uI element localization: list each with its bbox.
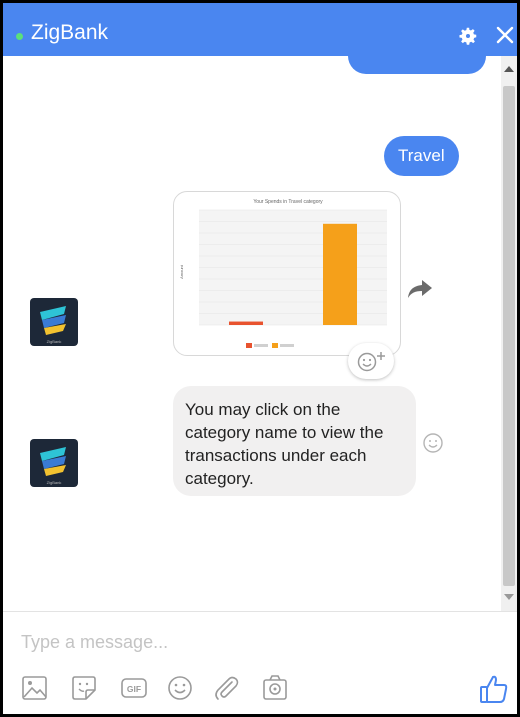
camera-icon[interactable] [260,673,290,703]
bot-message-bubble: You may click on the category name to vi… [173,386,416,496]
chart-legend-label [280,344,294,347]
sticker-icon[interactable] [69,673,99,703]
message-list[interactable]: Travel Your Spends in Travel category Am… [3,56,501,611]
add-reaction-button[interactable] [348,343,394,379]
chat-title: ZigBank [31,21,109,44]
attachment-icon[interactable] [211,673,241,703]
scrollbar-thumb[interactable] [503,86,515,586]
avatar: ZigBank [30,298,78,346]
smile-plus-icon [357,352,385,372]
like-button-icon[interactable] [478,673,510,705]
smile-icon[interactable] [421,431,445,455]
svg-text:GIF: GIF [127,684,141,694]
emoji-icon[interactable] [165,673,195,703]
message-input[interactable] [21,629,491,655]
gif-icon[interactable]: GIF [119,673,149,703]
scroll-down-arrow-icon[interactable] [504,594,514,600]
chart-bar[interactable] [229,321,263,325]
chat-header: ZigBank [3,3,517,56]
svg-text:ZigBank: ZigBank [47,339,62,344]
chart-legend-swatch [246,343,252,348]
chart-title: Your Spends in Travel category [253,199,323,205]
chart-legend-label [254,344,268,347]
chart-legend-swatch [272,343,278,348]
chat-window: ZigBank Travel Your Spends in Travel cat… [0,0,520,717]
user-message-bubble: Travel [384,136,459,176]
chart-bar[interactable] [323,223,357,325]
scrollbar[interactable] [501,56,517,611]
zigbank-logo-icon: ZigBank [40,306,66,344]
close-icon[interactable] [495,25,515,45]
spends-chart: Your Spends in Travel category Amount [179,199,387,348]
scroll-up-arrow-icon[interactable] [504,66,514,72]
zigbank-logo-icon: ZigBank [40,447,66,485]
share-icon[interactable] [407,278,433,300]
composer-divider [3,611,517,612]
gear-icon[interactable] [457,25,479,47]
previous-user-message [348,56,486,74]
chart-y-label: Amount [179,264,184,279]
avatar: ZigBank [30,439,78,487]
chart-card[interactable]: Your Spends in Travel category Amount [173,191,401,356]
online-status-indicator [16,33,23,40]
image-icon[interactable] [20,673,50,703]
svg-text:ZigBank: ZigBank [47,480,62,485]
